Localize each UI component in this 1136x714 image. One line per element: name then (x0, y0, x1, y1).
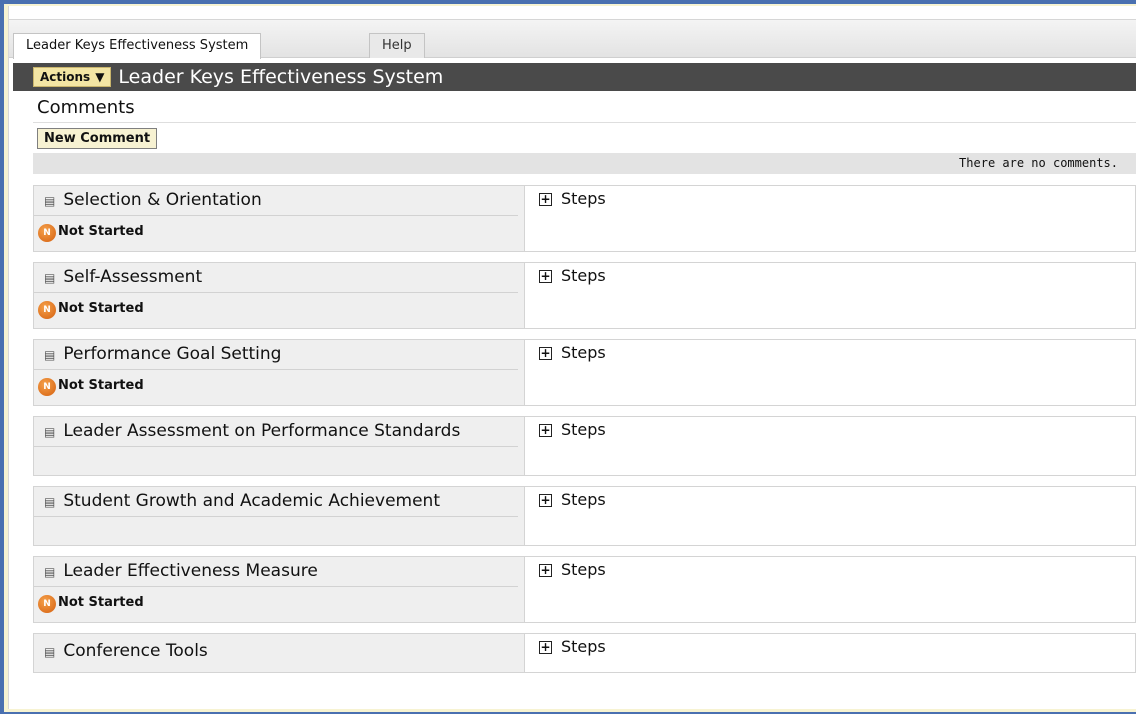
steps-toggle[interactable]: + Steps (525, 417, 1135, 475)
expand-plus-icon[interactable]: + (539, 193, 552, 206)
tab-bar: Leader Keys Effectiveness System Help (9, 20, 1136, 59)
actions-label: Actions (40, 70, 91, 84)
caret-down-icon: ▼ (95, 70, 105, 84)
title-bar: Actions ▼ Leader Keys Effectiveness Syst… (13, 63, 1136, 91)
section-info: ▤ Self-Assessment N Not Started (34, 263, 525, 328)
status: N Not Started (34, 587, 518, 617)
section-row: ▤ Conference Tools + Steps (33, 633, 1136, 673)
comments-panel: Comments New Comment There are no commen… (33, 91, 1136, 174)
section-info: ▤ Leader Effectiveness Measure N Not Star… (34, 557, 525, 622)
steps-toggle[interactable]: + Steps (525, 263, 1135, 328)
expand-plus-icon[interactable]: + (539, 564, 552, 577)
comment-bubble-icon[interactable]: ▤ (44, 348, 55, 362)
no-comments-message: There are no comments. (33, 153, 1136, 174)
section-row: ▤ Leader Assessment on Performance Standa… (33, 416, 1136, 476)
top-divider (9, 6, 1136, 20)
section-info: ▤ Leader Assessment on Performance Standa… (34, 417, 525, 475)
section-info: ▤ Conference Tools (34, 634, 525, 672)
steps-label[interactable]: Steps (561, 490, 606, 509)
expand-plus-icon[interactable]: + (539, 641, 552, 654)
steps-toggle[interactable]: + Steps (525, 634, 1135, 672)
actions-button[interactable]: Actions ▼ (33, 67, 112, 87)
new-comment-button[interactable]: New Comment (37, 128, 158, 149)
section-row: ▤ Student Growth and Academic Achievement… (33, 486, 1136, 546)
section-row: ▤ Selection & Orientation N Not Started +… (33, 185, 1136, 252)
expand-plus-icon[interactable]: + (539, 424, 552, 437)
steps-toggle[interactable]: + Steps (525, 557, 1135, 622)
steps-label[interactable]: Steps (561, 420, 606, 439)
expand-plus-icon[interactable]: + (539, 347, 552, 360)
comment-bubble-icon[interactable]: ▤ (44, 271, 55, 285)
section-name: ▤ Student Growth and Academic Achievement (34, 487, 518, 517)
comments-title: Comments (33, 91, 1136, 123)
steps-toggle[interactable]: + Steps (525, 487, 1135, 545)
steps-toggle[interactable]: + Steps (525, 186, 1135, 251)
steps-label[interactable]: Steps (561, 637, 606, 656)
section-name: ▤ Conference Tools (44, 641, 208, 661)
status: N Not Started (34, 216, 518, 246)
steps-toggle[interactable]: + Steps (525, 340, 1135, 405)
section-info: ▤ Performance Goal Setting N Not Started (34, 340, 525, 405)
section-row: ▤ Performance Goal Setting N Not Started … (33, 339, 1136, 406)
not-started-icon: N (38, 595, 56, 613)
status-label: Not Started (58, 377, 144, 393)
section-row: ▤ Self-Assessment N Not Started + Steps (33, 262, 1136, 329)
window-frame-top (0, 0, 1136, 4)
section-name: ▤ Performance Goal Setting (34, 340, 518, 370)
status: N Not Started (34, 370, 518, 400)
page: Leader Keys Effectiveness System Help Ac… (8, 6, 1136, 709)
not-started-icon: N (38, 378, 56, 396)
sections-list: ▤ Selection & Orientation N Not Started +… (33, 185, 1136, 673)
section-name: ▤ Leader Effectiveness Measure (34, 557, 518, 587)
status: N Not Started (34, 293, 518, 323)
not-started-icon: N (38, 301, 56, 319)
page-title: Leader Keys Effectiveness System (118, 66, 444, 88)
section-name: ▤ Leader Assessment on Performance Standa… (34, 417, 518, 447)
section-name: ▤ Selection & Orientation (34, 186, 518, 216)
section-info: ▤ Selection & Orientation N Not Started (34, 186, 525, 251)
tab-leader-keys[interactable]: Leader Keys Effectiveness System (13, 33, 262, 59)
steps-label[interactable]: Steps (561, 266, 606, 285)
section-name: ▤ Self-Assessment (34, 263, 518, 293)
comment-bubble-icon[interactable]: ▤ (44, 194, 55, 208)
section-row: ▤ Leader Effectiveness Measure N Not Star… (33, 556, 1136, 623)
comment-bubble-icon[interactable]: ▤ (44, 645, 55, 659)
steps-label[interactable]: Steps (561, 343, 606, 362)
window-frame-left (0, 0, 4, 714)
status-label: Not Started (58, 594, 144, 610)
tab-help[interactable]: Help (369, 33, 425, 58)
steps-label[interactable]: Steps (561, 560, 606, 579)
expand-plus-icon[interactable]: + (539, 494, 552, 507)
section-info: ▤ Student Growth and Academic Achievement (34, 487, 525, 545)
not-started-icon: N (38, 224, 56, 242)
steps-label[interactable]: Steps (561, 189, 606, 208)
expand-plus-icon[interactable]: + (539, 270, 552, 283)
status-label: Not Started (58, 300, 144, 316)
comment-bubble-icon[interactable]: ▤ (44, 565, 55, 579)
comment-bubble-icon[interactable]: ▤ (44, 425, 55, 439)
comment-bubble-icon[interactable]: ▤ (44, 495, 55, 509)
status-label: Not Started (58, 223, 144, 239)
